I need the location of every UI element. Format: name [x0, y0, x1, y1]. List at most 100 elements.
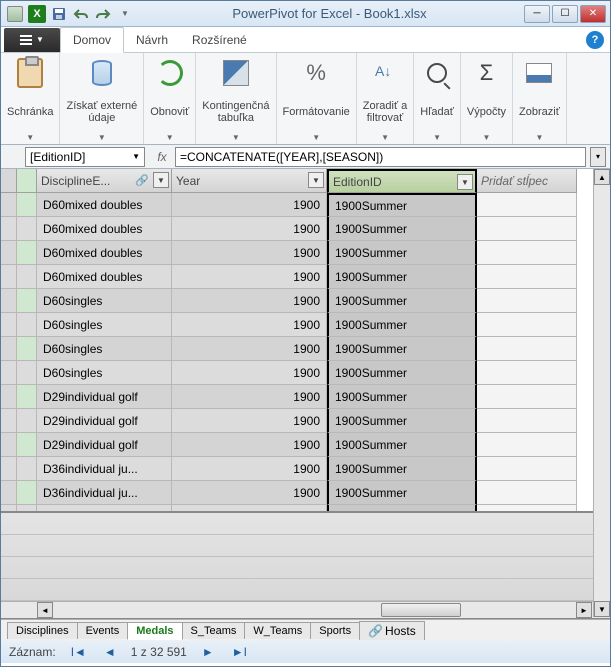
ribbon-group-clipboard[interactable]: Schránka ▼ [1, 53, 60, 144]
cell-add[interactable] [477, 337, 577, 361]
row-header[interactable] [17, 433, 37, 457]
cell-year[interactable]: 1900 [172, 409, 327, 433]
row-header[interactable] [17, 481, 37, 505]
scroll-up-icon[interactable]: ▲ [594, 169, 610, 185]
table-row[interactable]: D60mixed doubles19001900Summer [1, 241, 610, 265]
cell-edition-id[interactable]: 1900Summer [327, 457, 477, 481]
scroll-left-icon[interactable]: ◄ [37, 602, 53, 618]
sheet-tab-sports[interactable]: Sports [310, 622, 360, 639]
table-row[interactable]: D36individual ju...19001900Summer [1, 481, 610, 505]
ribbon-group-format[interactable]: % Formátovanie ▼ [277, 53, 357, 144]
nav-first-icon[interactable]: I◄ [68, 645, 89, 659]
table-row[interactable]: D60mixed doubles19001900Summer [1, 217, 610, 241]
cell-add[interactable] [477, 457, 577, 481]
cell-edition-id[interactable]: 1900Summer [327, 385, 477, 409]
cell-year[interactable]: 1900 [172, 313, 327, 337]
cell-add[interactable] [477, 241, 577, 265]
table-row[interactable]: D60mixed doubles19001900Summer [1, 193, 610, 217]
cell-add[interactable] [477, 217, 577, 241]
column-header-edition-id[interactable]: EditionID ▼ [327, 169, 477, 193]
ribbon-group-calc[interactable]: Σ Výpočty ▼ [461, 53, 513, 144]
cell-year[interactable]: 1900 [172, 265, 327, 289]
row-selector[interactable] [1, 457, 17, 481]
sheet-tab-medals[interactable]: Medals [127, 622, 182, 640]
cell-edition-id[interactable]: 1900Summer [327, 481, 477, 505]
redo-icon[interactable] [93, 4, 113, 24]
table-row[interactable]: D36individual ju...19001900Summer [1, 457, 610, 481]
row-selector[interactable] [1, 385, 17, 409]
cell-discipline-event[interactable]: D29individual golf [37, 409, 172, 433]
row-header-corner[interactable] [17, 169, 37, 193]
cell-edition-id[interactable]: 1900Summer [327, 241, 477, 265]
cell-discipline-event[interactable]: D60mixed doubles [37, 241, 172, 265]
vertical-scrollbar[interactable]: ▲ ▼ [593, 169, 610, 617]
column-header-year[interactable]: Year ▼ [172, 169, 327, 193]
column-header-discipline-event[interactable]: DisciplineE... 🔗 ▼ [37, 169, 172, 193]
row-header[interactable] [17, 337, 37, 361]
formula-input[interactable]: =CONCATENATE([YEAR],[SEASON]) [175, 147, 586, 167]
row-header[interactable] [17, 217, 37, 241]
qat-dropdown-icon[interactable]: ▼ [115, 4, 135, 24]
cell-add[interactable] [477, 193, 577, 217]
row-selector[interactable] [1, 433, 17, 457]
cell-add[interactable] [477, 361, 577, 385]
cell-add[interactable] [477, 313, 577, 337]
cell-add[interactable] [477, 481, 577, 505]
table-row[interactable]: D60singles19001900Summer [1, 361, 610, 385]
row-header[interactable] [17, 265, 37, 289]
row-selector[interactable] [1, 313, 17, 337]
ribbon-group-view[interactable]: Zobraziť ▼ [513, 53, 567, 144]
sheet-tab-w-teams[interactable]: W_Teams [244, 622, 311, 639]
row-header[interactable] [17, 313, 37, 337]
table-row[interactable]: D60singles19001900Summer [1, 313, 610, 337]
cell-year[interactable]: 1900 [172, 337, 327, 361]
row-selector[interactable] [1, 361, 17, 385]
scroll-right-icon[interactable]: ► [576, 602, 592, 618]
row-header[interactable] [17, 289, 37, 313]
cell-year[interactable]: 1900 [172, 385, 327, 409]
cell-discipline-event[interactable]: D29individual golf [37, 433, 172, 457]
cell-edition-id[interactable]: 1900Summer [327, 313, 477, 337]
table-row[interactable]: D29individual golf19001900Summer [1, 433, 610, 457]
row-selector[interactable] [1, 289, 17, 313]
relationship-icon[interactable]: 🔗 [135, 174, 149, 187]
close-button[interactable]: ✕ [580, 5, 606, 23]
table-row[interactable]: D60singles19001900Summer [1, 337, 610, 361]
row-header[interactable] [17, 241, 37, 265]
filter-dropdown-icon[interactable]: ▼ [153, 172, 169, 188]
nav-next-icon[interactable]: ► [199, 645, 217, 659]
tab-advanced[interactable]: Rozšírené [180, 27, 259, 53]
row-selector[interactable] [1, 409, 17, 433]
row-selector[interactable] [1, 337, 17, 361]
sheet-tab-disciplines[interactable]: Disciplines [7, 622, 78, 639]
cell-add[interactable] [477, 409, 577, 433]
row-header[interactable] [17, 457, 37, 481]
file-tab[interactable]: ▼ [4, 28, 60, 52]
cell-discipline-event[interactable]: D60singles [37, 313, 172, 337]
undo-icon[interactable] [71, 4, 91, 24]
row-selector[interactable] [1, 481, 17, 505]
cell-year[interactable]: 1900 [172, 241, 327, 265]
cell-add[interactable] [477, 385, 577, 409]
cell-edition-id[interactable]: 1900Summer [327, 265, 477, 289]
calculation-area[interactable] [1, 511, 610, 601]
cell-discipline-event[interactable]: D60mixed doubles [37, 217, 172, 241]
ribbon-group-get-data[interactable]: Získať externé údaje ▼ [60, 53, 144, 144]
row-selector[interactable] [1, 193, 17, 217]
cell-discipline-event[interactable]: D29individual golf [37, 385, 172, 409]
cell-discipline-event[interactable]: D36individual ju... [37, 457, 172, 481]
row-selector[interactable] [1, 265, 17, 289]
formula-dropdown[interactable]: ▾ [590, 147, 606, 167]
row-selector[interactable] [1, 241, 17, 265]
cell-edition-id[interactable]: 1900Summer [327, 409, 477, 433]
cell-discipline-event[interactable]: D60singles [37, 361, 172, 385]
cell-discipline-event[interactable]: D60mixed doubles [37, 265, 172, 289]
cell-add[interactable] [477, 265, 577, 289]
sheet-tab-events[interactable]: Events [77, 622, 129, 639]
cell-edition-id[interactable]: 1900Summer [327, 337, 477, 361]
cell-edition-id[interactable]: 1900Summer [327, 217, 477, 241]
table-row[interactable]: D60mixed doubles19001900Summer [1, 265, 610, 289]
cell-edition-id[interactable]: 1900Summer [327, 361, 477, 385]
tab-home[interactable]: Domov [60, 27, 124, 53]
ribbon-group-pivot[interactable]: Kontingenčná tabuľka ▼ [196, 53, 276, 144]
